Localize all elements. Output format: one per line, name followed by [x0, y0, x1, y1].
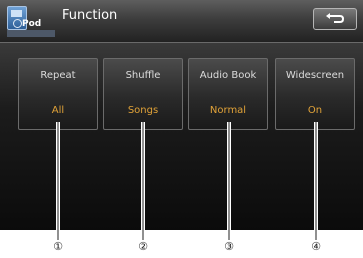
callout-3: ③ — [224, 240, 234, 253]
callout-2: ② — [138, 240, 148, 253]
callout-leader-lines — [56, 122, 318, 240]
callout-1: ① — [53, 240, 63, 253]
callout-4: ④ — [311, 240, 321, 253]
